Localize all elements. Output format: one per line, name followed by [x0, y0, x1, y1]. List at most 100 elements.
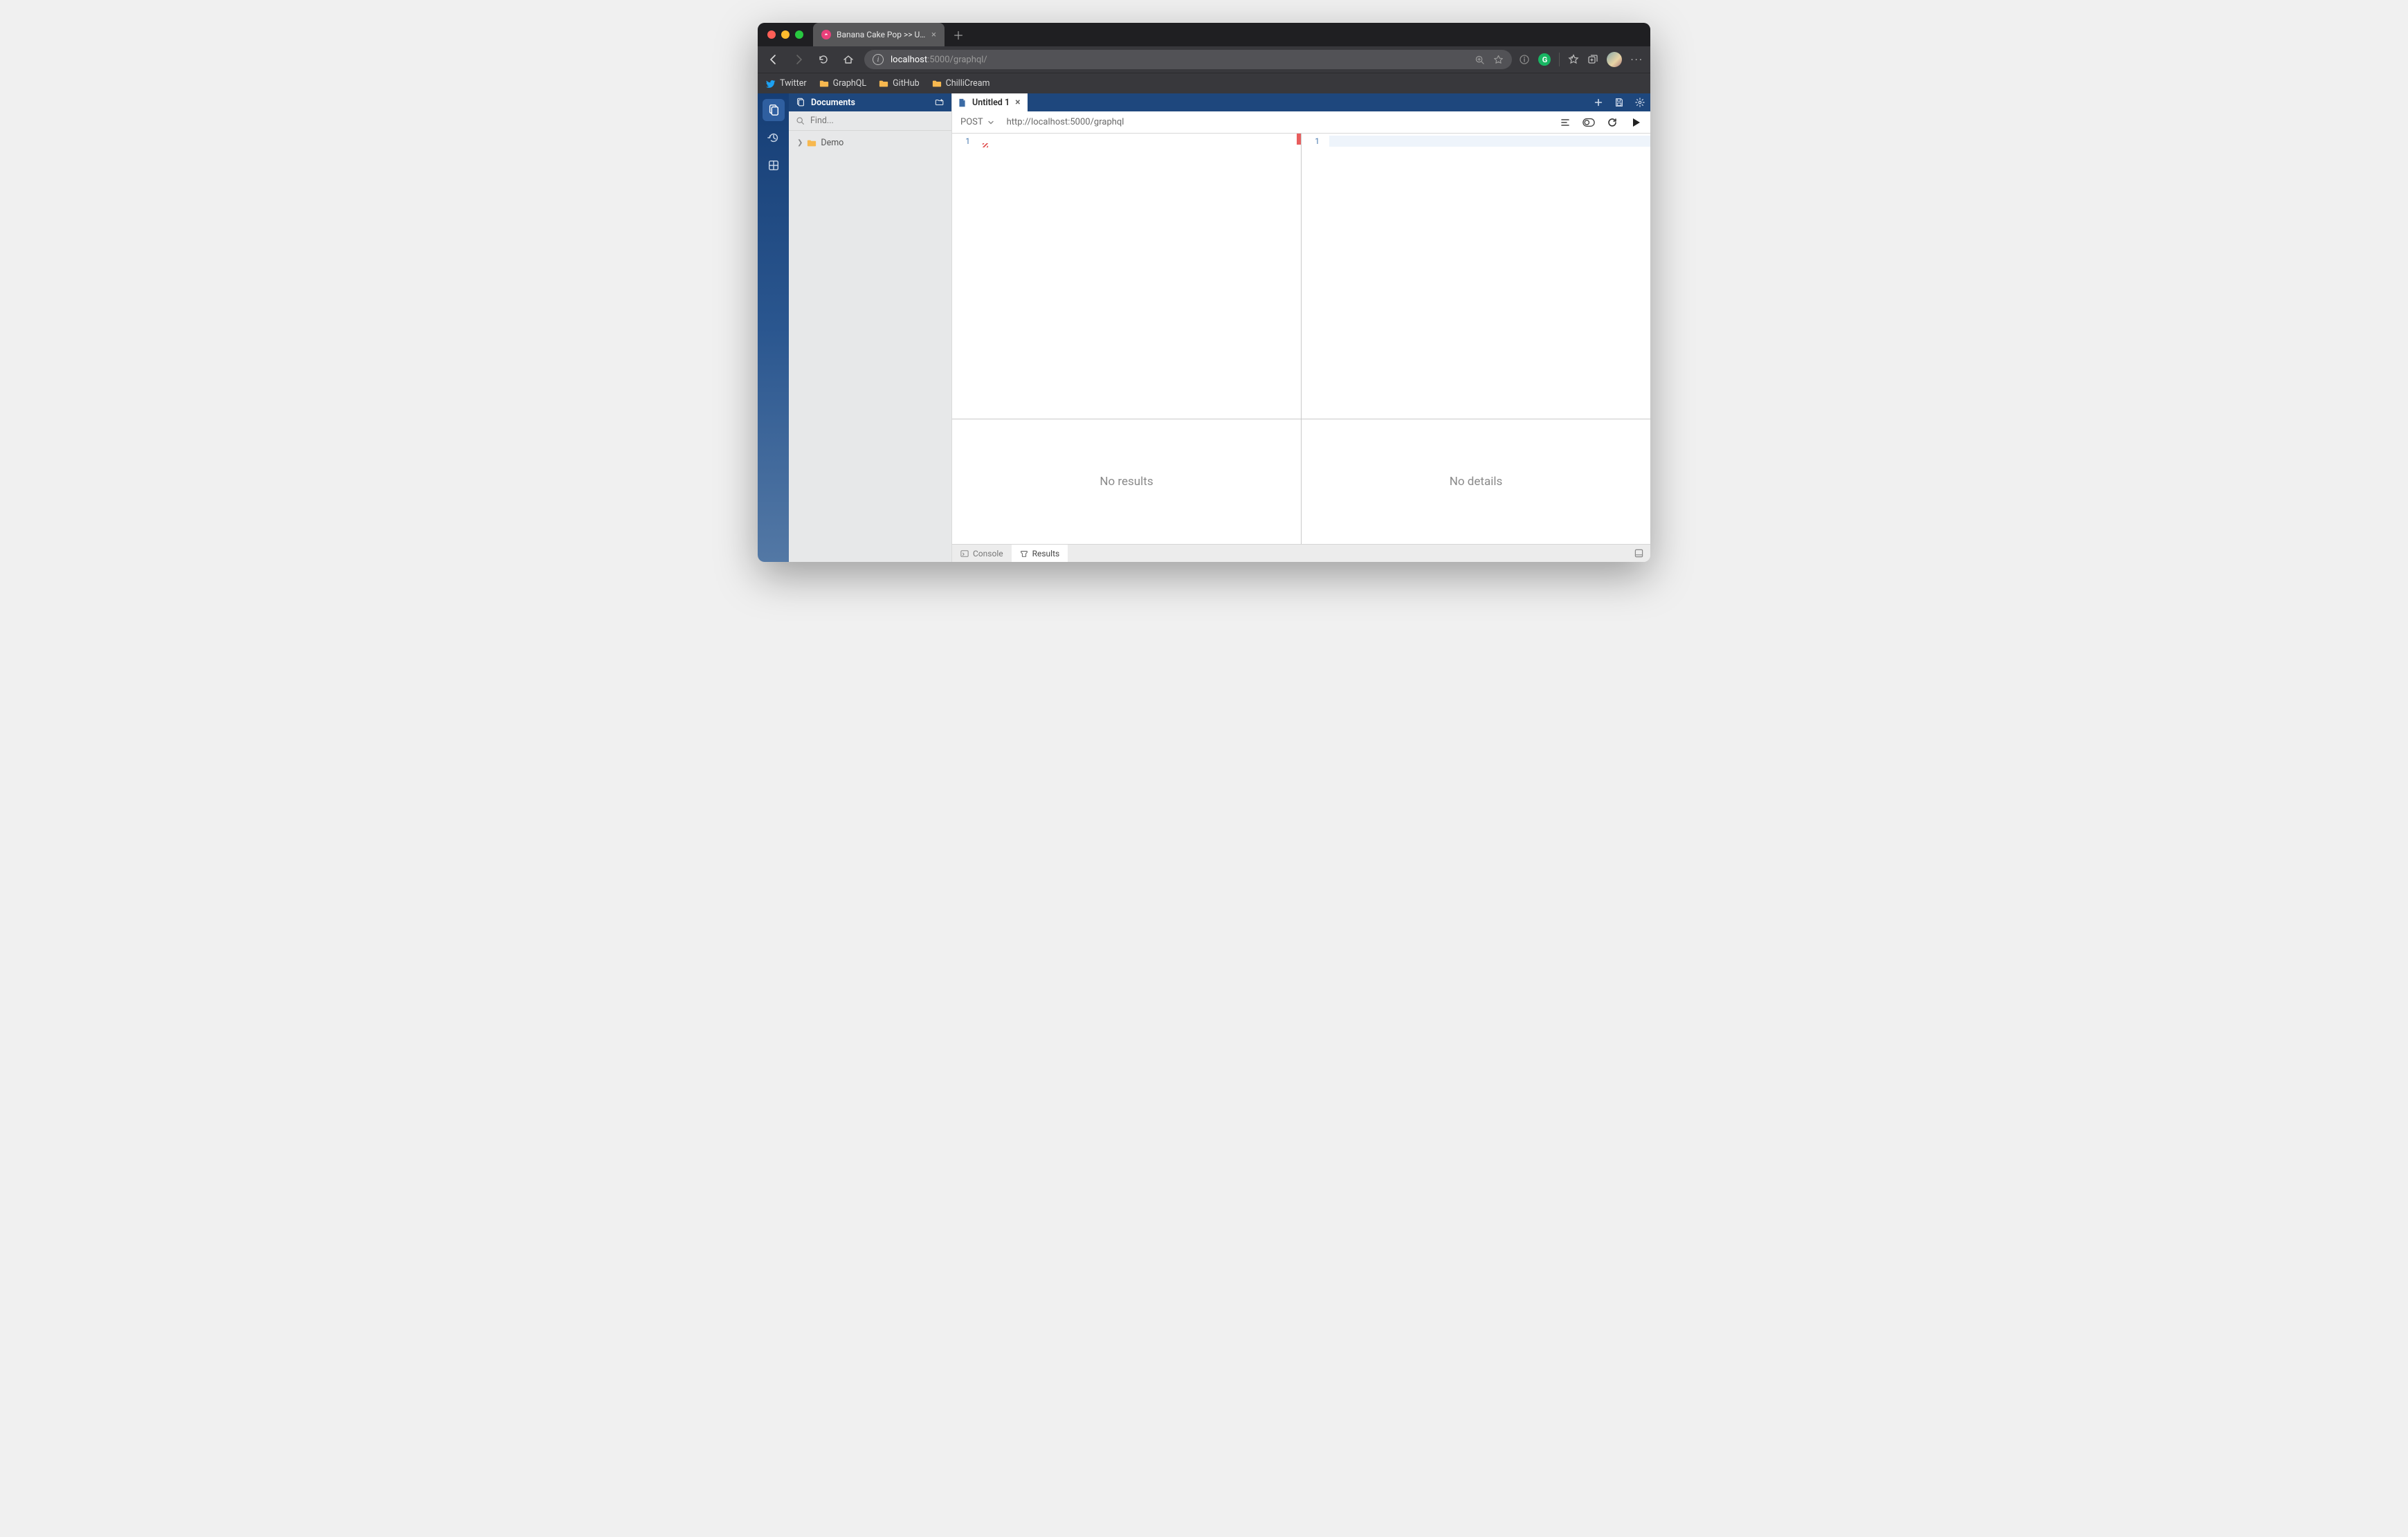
forward-button[interactable]: [790, 51, 808, 69]
request-actions: [1559, 116, 1642, 129]
folder-icon: [819, 79, 829, 89]
back-button[interactable]: [765, 51, 783, 69]
home-button[interactable]: [839, 51, 857, 69]
schema-activity-button[interactable]: [763, 154, 785, 176]
reload-schema-button[interactable]: [1606, 116, 1618, 129]
tab-favicon: ◓: [821, 30, 831, 39]
address-right-icons: [1475, 55, 1504, 65]
address-bar[interactable]: i localhost:5000/graphql/: [864, 50, 1512, 69]
bottom-panels: No results No details: [952, 419, 1650, 544]
titlebar: ◓ Banana Cake Pop >> Untitled 1 × ＋: [758, 23, 1650, 46]
run-button[interactable]: [1630, 116, 1642, 129]
new-document-button[interactable]: [1588, 93, 1609, 111]
info-icon[interactable]: [1519, 54, 1530, 65]
results-tab-label: Results: [1032, 549, 1060, 558]
error-marker-icon: [1297, 134, 1301, 145]
chevron-right-icon: ❯: [797, 139, 803, 147]
maximize-window-button[interactable]: [795, 30, 803, 39]
collections-icon[interactable]: [1587, 54, 1598, 65]
editors-split: 1 1: [952, 134, 1650, 419]
bookmark-graphql[interactable]: GraphQL: [819, 78, 867, 89]
close-icon[interactable]: ×: [1015, 97, 1020, 108]
separator: [1559, 53, 1560, 66]
site-info-icon[interactable]: i: [873, 54, 884, 65]
address-host: localhost: [891, 55, 927, 65]
close-window-button[interactable]: [767, 30, 776, 39]
tree-item-demo[interactable]: ❯ Demo: [792, 135, 949, 151]
favorites-icon[interactable]: [1568, 54, 1579, 65]
console-tab[interactable]: Console: [952, 545, 1012, 562]
browser-chrome: ◓ Banana Cake Pop >> Untitled 1 × ＋ i: [758, 23, 1650, 93]
no-results-label: No results: [1100, 475, 1153, 489]
address-text: localhost:5000/graphql/: [891, 55, 987, 65]
favorite-star-icon[interactable]: [1493, 55, 1504, 65]
search-icon: [796, 116, 805, 125]
browser-toolbar: i localhost:5000/graphql/ G: [758, 46, 1650, 73]
app-root: Documents ❯ Demo: [758, 93, 1650, 562]
more-icon[interactable]: ···: [1630, 53, 1643, 66]
zoom-icon[interactable]: [1475, 55, 1485, 65]
twitter-icon: [766, 79, 776, 89]
http-method-select[interactable]: POST: [960, 117, 994, 127]
code-area[interactable]: [976, 134, 1301, 419]
details-panel: No details: [1302, 419, 1650, 544]
documents-tree: ❯ Demo: [789, 131, 951, 155]
no-details-label: No details: [1450, 475, 1503, 489]
new-folder-icon[interactable]: [935, 98, 945, 107]
new-tab-button[interactable]: ＋: [945, 23, 972, 46]
browser-tab[interactable]: ◓ Banana Cake Pop >> Untitled 1 ×: [813, 23, 945, 46]
app-tab-strip: Untitled 1 ×: [952, 93, 1650, 111]
results-panel: No results: [952, 419, 1302, 544]
request-url[interactable]: http://localhost:5000/graphql: [1007, 117, 1124, 127]
panel-toggle-button[interactable]: [1627, 545, 1650, 562]
response-viewer[interactable]: 1: [1302, 134, 1650, 419]
bookmark-label: GitHub: [893, 78, 919, 89]
tree-item-label: Demo: [821, 138, 843, 148]
refresh-button[interactable]: [814, 51, 832, 69]
folder-icon: [879, 79, 888, 89]
current-line-highlight: [1329, 136, 1650, 147]
save-button[interactable]: [1609, 93, 1630, 111]
bookmark-label: GraphQL: [833, 78, 867, 89]
code-area[interactable]: [1325, 134, 1650, 419]
settings-button[interactable]: [1630, 93, 1650, 111]
bookmark-github[interactable]: GitHub: [879, 78, 919, 89]
query-editor[interactable]: 1: [952, 134, 1302, 419]
toolbar-right: G ···: [1519, 52, 1643, 67]
window-controls: [758, 30, 813, 39]
line-number: 1: [952, 136, 970, 146]
schema-toggle-button[interactable]: [1582, 116, 1595, 129]
extension-grammarly-icon[interactable]: G: [1538, 53, 1551, 66]
address-path: :5000/graphql/: [927, 55, 987, 65]
console-icon: [960, 549, 969, 558]
activity-bar: [758, 93, 789, 562]
main-area: Untitled 1 × POST http:: [952, 93, 1650, 562]
history-activity-button[interactable]: [763, 127, 785, 149]
documents-icon: [796, 98, 805, 107]
format-button[interactable]: [1559, 116, 1571, 129]
bookmarks-bar: Twitter GraphQL GitHub ChilliCream: [758, 73, 1650, 93]
console-tab-label: Console: [973, 549, 1003, 558]
bookmark-twitter[interactable]: Twitter: [766, 78, 807, 89]
chevron-down-icon: [987, 119, 994, 126]
minimize-window-button[interactable]: [781, 30, 790, 39]
tab-close-icon[interactable]: ×: [931, 30, 936, 40]
results-icon: [1020, 549, 1028, 558]
side-panel-header: Documents: [789, 93, 951, 111]
app-tab-untitled1[interactable]: Untitled 1 ×: [952, 93, 1028, 111]
status-tabs: Console Results: [952, 544, 1650, 562]
http-method-label: POST: [960, 117, 983, 127]
file-icon: [958, 98, 967, 107]
bookmark-label: Twitter: [780, 78, 807, 89]
results-tab[interactable]: Results: [1012, 545, 1068, 562]
browser-window: ◓ Banana Cake Pop >> Untitled 1 × ＋ i: [758, 23, 1650, 562]
app-tab-label: Untitled 1: [972, 98, 1010, 108]
find-input[interactable]: [810, 116, 945, 126]
browser-tab-strip: ◓ Banana Cake Pop >> Untitled 1 × ＋: [813, 23, 1650, 46]
side-panel: Documents ❯ Demo: [789, 93, 952, 562]
profile-avatar[interactable]: [1607, 52, 1622, 67]
documents-activity-button[interactable]: [763, 99, 785, 121]
bookmark-chillicream[interactable]: ChilliCream: [932, 78, 990, 89]
line-gutter: 1: [952, 134, 976, 419]
tab-title: Banana Cake Pop >> Untitled 1: [837, 30, 926, 39]
